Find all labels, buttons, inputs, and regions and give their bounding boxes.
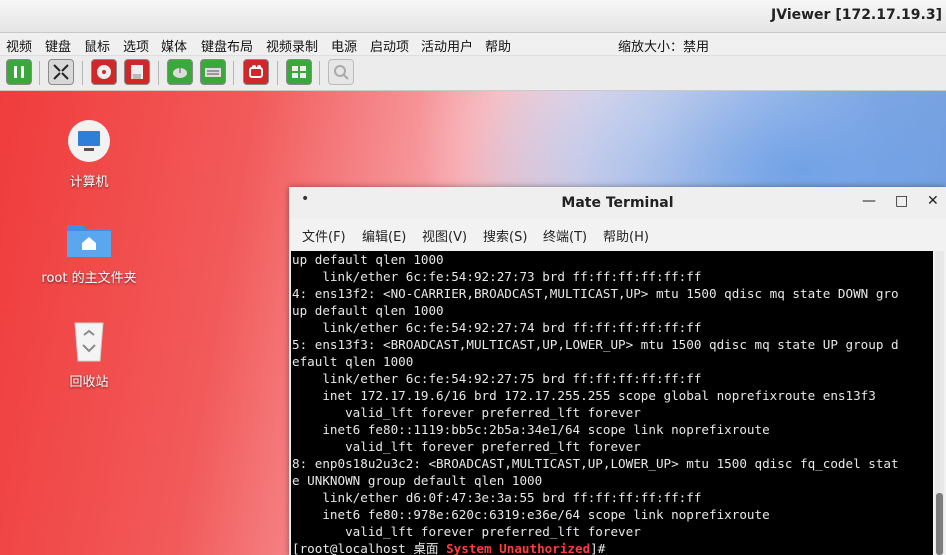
active-users-icon xyxy=(292,66,306,78)
minimize-button[interactable]: — xyxy=(862,193,876,209)
terminal-text: up default qlen 1000 link/ether 6c:fe:54… xyxy=(291,251,933,555)
home-folder-icon xyxy=(67,225,111,257)
menu-media[interactable]: 媒体 xyxy=(161,36,187,55)
cd-media-button[interactable] xyxy=(91,59,117,85)
menu-power[interactable]: 电源 xyxy=(331,36,357,55)
terminal-menu-help[interactable]: 帮助(H) xyxy=(603,226,649,245)
terminal-menu-bar: 文件(F) 编辑(E) 视图(V) 搜索(S) 终端(T) 帮助(H) xyxy=(289,223,946,247)
terminal-line: valid_lft forever preferred_lft forever xyxy=(292,524,641,539)
trash-icon xyxy=(74,322,104,362)
terminal-line: link/ether d6:0f:47:3e:3a:55 brd ff:ff:f… xyxy=(292,490,702,505)
terminal-menu-terminal[interactable]: 终端(T) xyxy=(543,226,587,245)
scrollbar-thumb[interactable] xyxy=(936,493,943,555)
pause-icon xyxy=(14,66,24,78)
terminal-title-bar[interactable]: • Mate Terminal — □ ✕ xyxy=(289,187,946,219)
toolbar-separator xyxy=(82,61,83,85)
terminal-line: link/ether 6c:fe:54:92:27:75 brd ff:ff:f… xyxy=(292,371,702,386)
zoom-icon xyxy=(334,65,349,80)
terminal-menu-edit[interactable]: 编辑(E) xyxy=(362,226,406,245)
menu-keyboard[interactable]: 键盘 xyxy=(45,36,71,55)
computer-icon xyxy=(68,120,110,162)
desktop-icon-computer[interactable]: 计算机 xyxy=(29,119,149,190)
terminal-menu-view[interactable]: 视图(V) xyxy=(422,226,467,245)
toolbar-separator xyxy=(277,61,278,85)
menu-active-users[interactable]: 活动用户 xyxy=(421,36,473,55)
menu-mouse[interactable]: 鼠标 xyxy=(84,36,110,55)
floppy-media-icon xyxy=(131,65,143,79)
menu-boot[interactable]: 启动项 xyxy=(370,36,409,55)
viewer-title-bar: JViewer [172.17.19.3] xyxy=(0,0,946,33)
fullscreen-button[interactable] xyxy=(48,59,74,85)
terminal-line: e UNKNOWN group default qlen 1000 xyxy=(292,473,543,488)
toolbar-separator xyxy=(319,61,320,85)
prompt-user: [root@localhost 桌面 xyxy=(292,541,447,555)
viewer-menu-bar: 视频 键盘 鼠标 选项 媒体 键盘布局 视频录制 电源 启动项 活动用户 帮助 … xyxy=(0,33,946,55)
prompt-warning: System Unauthorized xyxy=(446,541,591,555)
terminal-title: Mate Terminal xyxy=(561,195,674,211)
pause-button[interactable] xyxy=(6,59,32,85)
remote-desktop[interactable]: 计算机 root 的主文件夹 回收站 • Mate Terminal — □ ✕… xyxy=(0,91,946,555)
desktop-icon-label: 回收站 xyxy=(69,375,109,390)
terminal-line: link/ether 6c:fe:54:92:27:74 brd ff:ff:f… xyxy=(292,320,702,335)
desktop-icon-label: root 的主文件夹 xyxy=(41,271,137,286)
terminal-line: valid_lft forever preferred_lft forever xyxy=(292,405,641,420)
terminal-line: inet6 fe80::978e:620c:6319:e36e/64 scope… xyxy=(292,507,770,522)
terminal-line: up default qlen 1000 xyxy=(292,252,444,267)
menu-video-record[interactable]: 视频录制 xyxy=(266,36,318,55)
terminal-line: 8: enp0s18u2u3c2: <BROADCAST,MULTICAST,U… xyxy=(292,456,899,471)
keyboard-button[interactable] xyxy=(200,59,226,85)
terminal-line: link/ether 6c:fe:54:92:27:73 brd ff:ff:f… xyxy=(292,269,702,284)
fullscreen-icon xyxy=(53,64,69,80)
terminal-line: up default qlen 1000 xyxy=(292,303,444,318)
toolbar-separator xyxy=(233,61,234,85)
mouse-icon xyxy=(173,68,187,78)
menu-keyboard-layout[interactable]: 键盘布局 xyxy=(201,36,253,55)
terminal-menu-search[interactable]: 搜索(S) xyxy=(483,226,527,245)
zoom-status: 缩放大小：禁用 xyxy=(618,40,710,55)
video-record-button[interactable] xyxy=(243,59,269,85)
mouse-button[interactable] xyxy=(167,59,193,85)
terminal-line: efault qlen 1000 xyxy=(292,354,414,369)
viewer-toolbar xyxy=(0,56,946,91)
video-record-icon xyxy=(249,65,263,78)
toolbar-separator xyxy=(39,61,40,85)
terminal-scrollbar[interactable] xyxy=(935,251,944,555)
terminal-line: inet 172.17.19.6/16 brd 172.17.255.255 s… xyxy=(292,388,876,403)
close-button[interactable]: ✕ xyxy=(927,193,939,209)
terminal-window[interactable]: • Mate Terminal — □ ✕ 文件(F) 编辑(E) 视图(V) … xyxy=(289,187,946,555)
cd-media-icon xyxy=(97,65,111,79)
zoom-button[interactable] xyxy=(328,59,354,85)
viewer-title: JViewer [172.17.19.3] xyxy=(771,7,942,23)
terminal-output[interactable]: up default qlen 1000 link/ether 6c:fe:54… xyxy=(291,251,933,555)
desktop-icon-home-folder[interactable]: root 的主文件夹 xyxy=(29,219,149,286)
terminal-menu-file[interactable]: 文件(F) xyxy=(302,226,346,245)
terminal-line: inet6 fe80::1119:bb5c:2b5a:34e1/64 scope… xyxy=(292,422,770,437)
menu-help[interactable]: 帮助 xyxy=(485,36,511,55)
menu-options[interactable]: 选项 xyxy=(123,36,149,55)
terminal-line: 4: ens13f2: <NO-CARRIER,BROADCAST,MULTIC… xyxy=(292,286,899,301)
desktop-icon-label: 计算机 xyxy=(69,175,109,190)
toolbar-separator xyxy=(158,61,159,85)
menu-video[interactable]: 视频 xyxy=(6,36,32,55)
keyboard-icon xyxy=(205,68,221,77)
desktop-icon-trash[interactable]: 回收站 xyxy=(29,319,149,390)
active-users-button[interactable] xyxy=(286,59,312,85)
maximize-button[interactable]: □ xyxy=(895,193,908,209)
prompt-end: ]# xyxy=(590,541,606,555)
terminal-line: 5: ens13f3: <BROADCAST,MULTICAST,UP,LOWE… xyxy=(292,337,899,352)
floppy-media-button[interactable] xyxy=(124,59,150,85)
terminal-line: valid_lft forever preferred_lft forever xyxy=(292,439,641,454)
